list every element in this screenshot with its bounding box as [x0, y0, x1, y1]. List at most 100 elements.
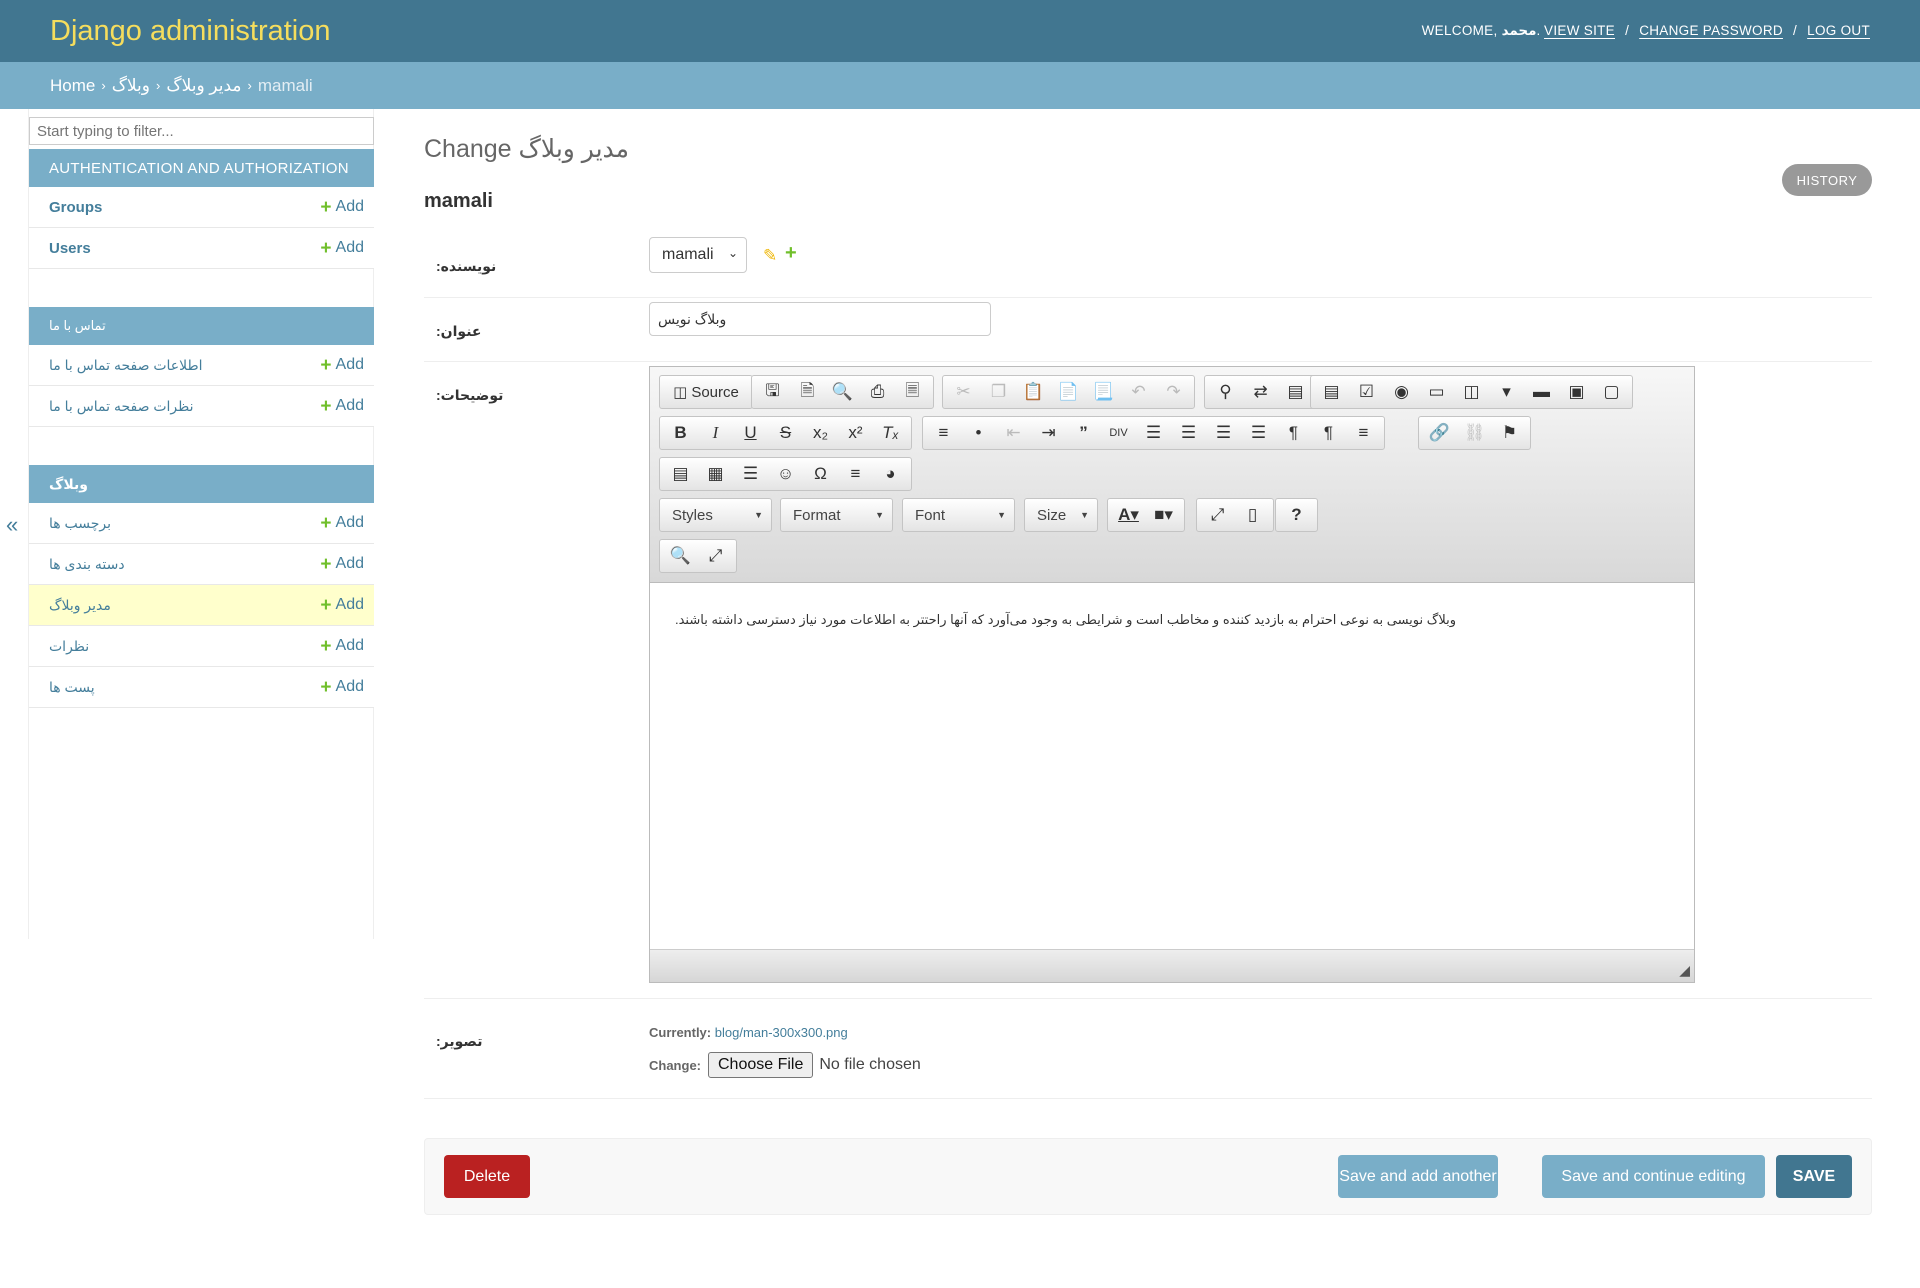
- model-link[interactable]: برچسب ها: [49, 515, 111, 532]
- bold-icon[interactable]: B: [663, 418, 698, 448]
- editor-content-area[interactable]: وبلاگ نویسی به نوعی احترام به بازدید کنن…: [650, 584, 1694, 949]
- site-name[interactable]: Django administration: [50, 15, 330, 48]
- page-break-icon[interactable]: ≡: [838, 459, 873, 489]
- textfield-icon[interactable]: ▭: [1419, 377, 1454, 407]
- remove-format-icon[interactable]: Tₓ: [873, 418, 908, 448]
- paste-word-icon[interactable]: 📃: [1086, 377, 1121, 407]
- numbered-list-icon[interactable]: ≡: [926, 418, 961, 448]
- model-link[interactable]: دسته بندی ها: [49, 556, 125, 573]
- paste-icon[interactable]: 📋: [1016, 377, 1051, 407]
- save-continue-button[interactable]: Save and continue editing: [1542, 1155, 1765, 1198]
- app-caption[interactable]: AUTHENTICATION AND AUTHORIZATION: [29, 149, 374, 187]
- button-icon[interactable]: ▬: [1524, 377, 1559, 407]
- horizontal-rule-icon[interactable]: ☰: [733, 459, 768, 489]
- font-dropdown[interactable]: Font ▼: [902, 498, 1015, 532]
- find-icon[interactable]: ⚲: [1208, 377, 1243, 407]
- radio-icon[interactable]: ◉: [1384, 377, 1419, 407]
- add-link[interactable]: + Add: [320, 397, 364, 416]
- rtl-icon[interactable]: ¶: [1311, 418, 1346, 448]
- model-link[interactable]: اطلاعات صفحه تماس با ما: [49, 357, 203, 374]
- text-color-icon[interactable]: A▾: [1111, 500, 1146, 530]
- align-center-icon[interactable]: ☰: [1171, 418, 1206, 448]
- choose-file-button[interactable]: Choose File: [708, 1052, 814, 1078]
- add-link[interactable]: + Add: [320, 514, 364, 533]
- view-site-link[interactable]: VIEW SITE: [1544, 23, 1615, 38]
- add-link[interactable]: + Add: [320, 356, 364, 375]
- iframe-icon[interactable]: ◕: [873, 459, 908, 489]
- bulleted-list-icon[interactable]: •: [961, 418, 996, 448]
- model-link[interactable]: پست ها: [49, 679, 95, 696]
- add-icon[interactable]: +: [785, 242, 797, 265]
- app-caption[interactable]: وبلاگ: [29, 465, 374, 503]
- model-link[interactable]: مدیر وبلاگ: [49, 597, 111, 614]
- model-link[interactable]: نظرات صفحه تماس با ما: [49, 398, 194, 415]
- help-icon[interactable]: ?: [1279, 500, 1314, 530]
- source-button[interactable]: ◫ Source: [663, 377, 749, 407]
- special-char-icon[interactable]: Ω: [803, 459, 838, 489]
- unlink-icon[interactable]: ⛓: [1457, 418, 1492, 448]
- delete-button[interactable]: Delete: [444, 1155, 530, 1198]
- copy-icon[interactable]: ❐: [981, 377, 1016, 407]
- templates-icon[interactable]: 🗏: [895, 377, 930, 407]
- size-dropdown[interactable]: Size ▼: [1024, 498, 1098, 532]
- add-link[interactable]: + Add: [320, 198, 364, 217]
- language-icon[interactable]: ≡: [1346, 418, 1381, 448]
- show-blocks-icon[interactable]: ▯: [1235, 500, 1270, 530]
- title-input[interactable]: وبلاگ نویس: [649, 302, 991, 336]
- checkbox-icon[interactable]: ☑: [1349, 377, 1384, 407]
- history-button[interactable]: HISTORY: [1782, 164, 1872, 196]
- change-password-link[interactable]: CHANGE PASSWORD: [1639, 23, 1783, 38]
- maximize-icon[interactable]: ⤢: [698, 541, 733, 571]
- model-link[interactable]: نظرات: [49, 638, 89, 655]
- indent-icon[interactable]: ⇥: [1031, 418, 1066, 448]
- ltr-icon[interactable]: ¶: [1276, 418, 1311, 448]
- textarea-icon[interactable]: ◫: [1454, 377, 1489, 407]
- breadcrumb-model[interactable]: مدیر وبلاگ: [166, 76, 241, 96]
- styles-dropdown[interactable]: Styles ▼: [659, 498, 772, 532]
- save-button[interactable]: SAVE: [1776, 1155, 1852, 1198]
- model-link[interactable]: Groups: [49, 199, 102, 216]
- model-link[interactable]: Users: [49, 240, 91, 257]
- breadcrumb-home[interactable]: Home: [50, 76, 95, 96]
- select-icon[interactable]: ▾: [1489, 377, 1524, 407]
- add-link[interactable]: + Add: [320, 239, 364, 258]
- author-select[interactable]: mamali ⌄: [649, 237, 747, 273]
- toggle-sidebar-button[interactable]: «: [6, 512, 18, 538]
- add-link[interactable]: + Add: [320, 637, 364, 656]
- align-left-icon[interactable]: ☰: [1136, 418, 1171, 448]
- justify-icon[interactable]: ☰: [1241, 418, 1276, 448]
- format-dropdown[interactable]: Format ▼: [780, 498, 893, 532]
- app-caption[interactable]: تماس با ما: [29, 307, 374, 345]
- blockquote-icon[interactable]: ”: [1066, 418, 1101, 448]
- select-all-icon[interactable]: ▤: [1278, 377, 1313, 407]
- anchor-flag-icon[interactable]: ⚑: [1492, 418, 1527, 448]
- print-icon[interactable]: ⎙: [860, 377, 895, 407]
- maximize-icon[interactable]: ⤢: [1200, 500, 1235, 530]
- undo-icon[interactable]: ↶: [1121, 377, 1156, 407]
- cut-icon[interactable]: ✂: [946, 377, 981, 407]
- image-icon[interactable]: ▤: [663, 459, 698, 489]
- background-color-icon[interactable]: ■▾: [1146, 500, 1181, 530]
- current-file-link[interactable]: blog/man-300x300.png: [715, 1025, 848, 1040]
- log-out-link[interactable]: LOG OUT: [1807, 23, 1870, 38]
- smiley-icon[interactable]: ☺: [768, 459, 803, 489]
- preview-icon[interactable]: 🔍: [663, 541, 698, 571]
- replace-icon[interactable]: ⇄: [1243, 377, 1278, 407]
- redo-icon[interactable]: ↷: [1156, 377, 1191, 407]
- resize-handle-icon[interactable]: ◢: [1679, 962, 1690, 979]
- pencil-icon[interactable]: ✎: [763, 246, 777, 266]
- outdent-icon[interactable]: ⇤: [996, 418, 1031, 448]
- italic-icon[interactable]: I: [698, 418, 733, 448]
- superscript-icon[interactable]: x²: [838, 418, 873, 448]
- breadcrumb-app[interactable]: وبلاگ: [112, 76, 150, 96]
- paste-text-icon[interactable]: 📄: [1051, 377, 1086, 407]
- add-link[interactable]: + Add: [320, 596, 364, 615]
- save-add-another-button[interactable]: Save and add another: [1338, 1155, 1498, 1198]
- align-right-icon[interactable]: ☰: [1206, 418, 1241, 448]
- new-page-icon[interactable]: 🗎: [790, 377, 825, 407]
- form-icon[interactable]: ▤: [1314, 377, 1349, 407]
- div-icon[interactable]: DIV: [1101, 418, 1136, 448]
- nav-filter-input[interactable]: [29, 117, 374, 145]
- save-icon[interactable]: 🖫: [755, 377, 790, 407]
- add-link[interactable]: + Add: [320, 555, 364, 574]
